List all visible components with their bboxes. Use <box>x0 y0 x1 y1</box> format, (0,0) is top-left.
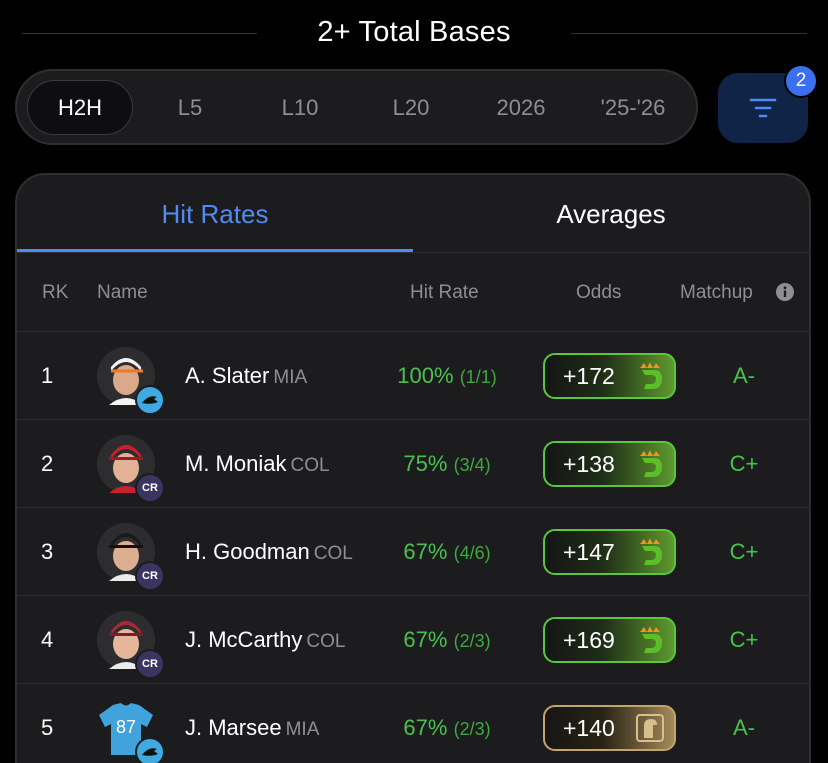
hit-rate-percent: 67% <box>403 539 448 564</box>
player-name-text: A. Slater <box>185 363 270 388</box>
hit-rate-percent: 67% <box>403 627 448 652</box>
period-l5[interactable]: L5 <box>137 80 243 135</box>
player-avatar: CR <box>97 523 165 591</box>
player-jersey-avatar: 87 <box>97 699 165 763</box>
table-row[interactable]: 1 A. Slater MIA 100% (1/1) +172 A- <box>17 332 809 422</box>
draftkings-logo-icon <box>640 626 662 653</box>
player-team: COL <box>306 631 346 652</box>
player-name-text: M. Moniak <box>185 451 287 476</box>
period-h2h[interactable]: H2H <box>27 80 133 135</box>
period-selector: H2H L5 L10 L20 2026 '25-'26 <box>15 69 698 145</box>
table-row[interactable]: 5 87 J. Marsee MIA 67% (2/3) +140 A- <box>17 684 809 763</box>
column-header-odds[interactable]: Odds <box>576 253 621 332</box>
hit-rate-value: 67% (2/3) <box>377 596 517 685</box>
player-name[interactable]: A. Slater MIA <box>185 332 307 422</box>
player-team: COL <box>313 543 353 564</box>
matchup-grade: C+ <box>729 539 759 564</box>
filter-count-badge: 2 <box>784 64 818 98</box>
matchup-grade: C+ <box>729 627 759 652</box>
period-l10[interactable]: L10 <box>247 80 353 135</box>
hit-rate-fraction: (4/6) <box>453 543 491 563</box>
player-name-text: H. Goodman <box>185 539 310 564</box>
player-name[interactable]: H. Goodman COL <box>185 508 353 598</box>
period-25-26[interactable]: '25-'26 <box>578 80 688 135</box>
player-avatar: CR <box>97 435 165 503</box>
row-rank: 4 <box>41 627 54 652</box>
hit-rate-value: 67% (4/6) <box>377 508 517 597</box>
hit-rate-percent: 100% <box>397 363 454 388</box>
team-logo-marlins-icon <box>135 737 165 763</box>
odds-button[interactable]: +147 <box>543 529 676 575</box>
table-row[interactable]: 3 CR H. Goodman COL 67% (4/6) +147 C+ <box>17 508 809 598</box>
row-rank: 5 <box>41 715 54 740</box>
filter-icon <box>749 98 777 118</box>
draftkings-logo-icon <box>640 450 662 477</box>
odds-value: +140 <box>563 715 615 741</box>
hit-rate-fraction: (3/4) <box>453 455 491 475</box>
tab-hit-rates[interactable]: Hit Rates <box>17 175 413 253</box>
player-team: COL <box>290 455 330 476</box>
results-card: Hit Rates Averages RK Name Hit Rate Odds… <box>15 173 811 763</box>
player-name[interactable]: J. Marsee MIA <box>185 684 319 763</box>
odds-button[interactable]: +169 <box>543 617 676 663</box>
odds-value: +172 <box>563 363 615 389</box>
team-logo-rockies-icon: CR <box>135 649 165 679</box>
table-row[interactable]: 2 CR M. Moniak COL 75% (3/4) +138 C+ <box>17 420 809 510</box>
player-name[interactable]: M. Moniak COL <box>185 420 330 510</box>
player-avatar: CR <box>97 611 165 679</box>
player-avatar <box>97 347 165 415</box>
odds-button[interactable]: +138 <box>543 441 676 487</box>
player-name-text: J. McCarthy <box>185 627 303 652</box>
player-team: MIA <box>273 367 308 388</box>
player-name-text: J. Marsee <box>185 715 282 740</box>
table-header: RK Name Hit Rate Odds Matchup <box>17 253 809 332</box>
column-header-matchup[interactable]: Matchup <box>680 253 753 332</box>
player-team: MIA <box>285 719 320 740</box>
hit-rate-fraction: (2/3) <box>453 631 491 651</box>
team-logo-marlins-icon <box>135 385 165 415</box>
hit-rate-fraction: (1/1) <box>459 367 497 387</box>
draftkings-logo-icon <box>640 362 662 389</box>
tab-averages[interactable]: Averages <box>413 175 809 253</box>
team-logo-rockies-icon: CR <box>135 473 165 503</box>
odds-value: +138 <box>563 451 615 477</box>
column-header-hit-rate[interactable]: Hit Rate <box>410 253 479 332</box>
player-name[interactable]: J. McCarthy COL <box>185 596 345 686</box>
hit-rate-value: 67% (2/3) <box>377 684 517 763</box>
table-row[interactable]: 4 CR J. McCarthy COL 67% (2/3) +169 C+ <box>17 596 809 686</box>
row-rank: 2 <box>41 451 54 476</box>
odds-button[interactable]: +140 <box>543 705 676 751</box>
period-2026[interactable]: 2026 <box>468 80 574 135</box>
hit-rate-percent: 75% <box>403 451 448 476</box>
column-header-rk[interactable]: RK <box>42 253 68 332</box>
row-rank: 3 <box>41 539 54 564</box>
info-icon[interactable] <box>775 282 795 302</box>
title-divider-right <box>571 33 807 34</box>
odds-value: +169 <box>563 627 615 653</box>
row-rank: 1 <box>41 363 54 388</box>
team-logo-rockies-icon: CR <box>135 561 165 591</box>
hit-rate-value: 100% (1/1) <box>377 332 517 421</box>
odds-button[interactable]: +172 <box>543 353 676 399</box>
hit-rate-fraction: (2/3) <box>453 719 491 739</box>
hit-rate-percent: 67% <box>403 715 448 740</box>
hit-rate-value: 75% (3/4) <box>377 420 517 509</box>
fanatics-logo-icon <box>636 714 664 742</box>
period-l20[interactable]: L20 <box>358 80 464 135</box>
column-header-name[interactable]: Name <box>97 253 148 332</box>
matchup-grade: A- <box>733 363 755 388</box>
matchup-grade: A- <box>733 715 755 740</box>
matchup-grade: C+ <box>729 451 759 476</box>
draftkings-logo-icon <box>640 538 662 565</box>
header: 2+ Total Bases <box>0 0 828 68</box>
odds-value: +147 <box>563 539 615 565</box>
jersey-number: 87 <box>115 717 137 737</box>
